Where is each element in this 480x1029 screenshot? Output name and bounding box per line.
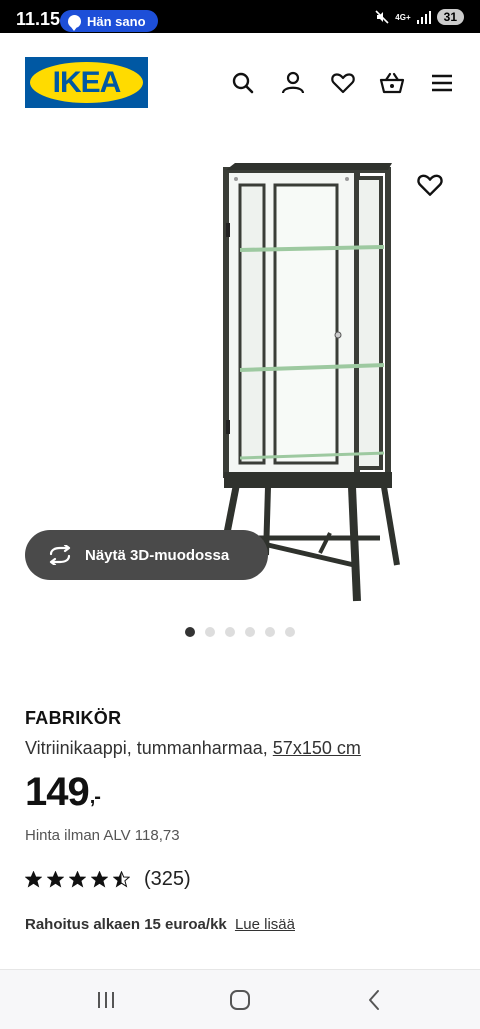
back-icon[interactable] xyxy=(361,986,389,1014)
star-full-icon xyxy=(91,871,108,888)
heart-icon[interactable] xyxy=(330,70,356,96)
rotate-3d-icon xyxy=(49,545,71,565)
star-half-icon xyxy=(113,871,130,888)
carousel-dots xyxy=(185,627,295,637)
price-suffix: ,- xyxy=(89,786,101,808)
mute-icon xyxy=(375,10,389,24)
page: 11.15 Hän sano 4G+ 31 IKEA Näytä 3D-muod… xyxy=(0,0,480,1029)
logo-oval: IKEA xyxy=(30,62,143,103)
search-icon[interactable] xyxy=(230,70,256,96)
battery-indicator: 31 xyxy=(436,9,464,25)
carousel-dot[interactable] xyxy=(205,627,215,637)
account-icon[interactable] xyxy=(280,70,306,96)
view-3d-label: Näytä 3D-muodossa xyxy=(85,546,230,564)
financing-info: Rahoitus alkaen 15 euroa/kk Lue lisää xyxy=(25,916,295,933)
price-value: 149 xyxy=(25,770,90,814)
network-type: 4G+ xyxy=(395,12,411,22)
review-count: (325) xyxy=(144,868,191,890)
carousel-dot[interactable] xyxy=(245,627,255,637)
product-rating[interactable]: (325) xyxy=(25,868,191,891)
product-gallery[interactable]: Näytä 3D-muodossa xyxy=(0,133,480,613)
site-header: IKEA xyxy=(0,33,480,133)
product-price: 149,- xyxy=(25,770,101,815)
carousel-dot[interactable] xyxy=(185,627,195,637)
star-full-icon xyxy=(25,871,42,888)
ikea-logo[interactable]: IKEA xyxy=(25,57,148,108)
carousel-dot[interactable] xyxy=(265,627,275,637)
carousel-dot[interactable] xyxy=(225,627,235,637)
status-time: 11.15 xyxy=(16,9,61,29)
menu-icon[interactable] xyxy=(429,70,455,96)
star-full-icon xyxy=(47,871,64,888)
product-name[interactable]: FABRIKÖR xyxy=(25,708,121,729)
rating-stars xyxy=(25,871,130,888)
notification-pill[interactable]: Hän sano xyxy=(60,10,158,32)
system-nav-bar xyxy=(0,969,480,1029)
status-bar: 11.15 Hän sano 4G+ 31 xyxy=(0,0,480,33)
signal-icon xyxy=(416,10,431,24)
financing-read-more-link[interactable]: Lue lisää xyxy=(235,916,295,933)
chat-bubble-icon xyxy=(68,14,81,31)
notification-text: Hän sano xyxy=(87,13,146,29)
status-icons: 4G+ 31 xyxy=(375,9,464,25)
logo-text: IKEA xyxy=(52,65,122,99)
price-excl-vat: Hinta ilman ALV 118,73 xyxy=(25,827,180,844)
carousel-dot[interactable] xyxy=(285,627,295,637)
star-full-icon xyxy=(69,871,86,888)
recent-apps-icon[interactable] xyxy=(92,986,120,1014)
home-icon[interactable] xyxy=(226,986,254,1014)
basket-icon[interactable] xyxy=(379,70,405,96)
product-size-link[interactable]: 57x150 cm xyxy=(273,738,361,758)
view-3d-button[interactable]: Näytä 3D-muodossa xyxy=(25,530,268,580)
financing-text: Rahoitus alkaen 15 euroa/kk xyxy=(25,916,227,933)
wishlist-heart-icon[interactable] xyxy=(416,171,444,199)
product-description: Vitriinikaappi, tummanharmaa, 57x150 cm xyxy=(25,738,361,759)
product-type: Vitriinikaappi, tummanharmaa, xyxy=(25,738,268,758)
